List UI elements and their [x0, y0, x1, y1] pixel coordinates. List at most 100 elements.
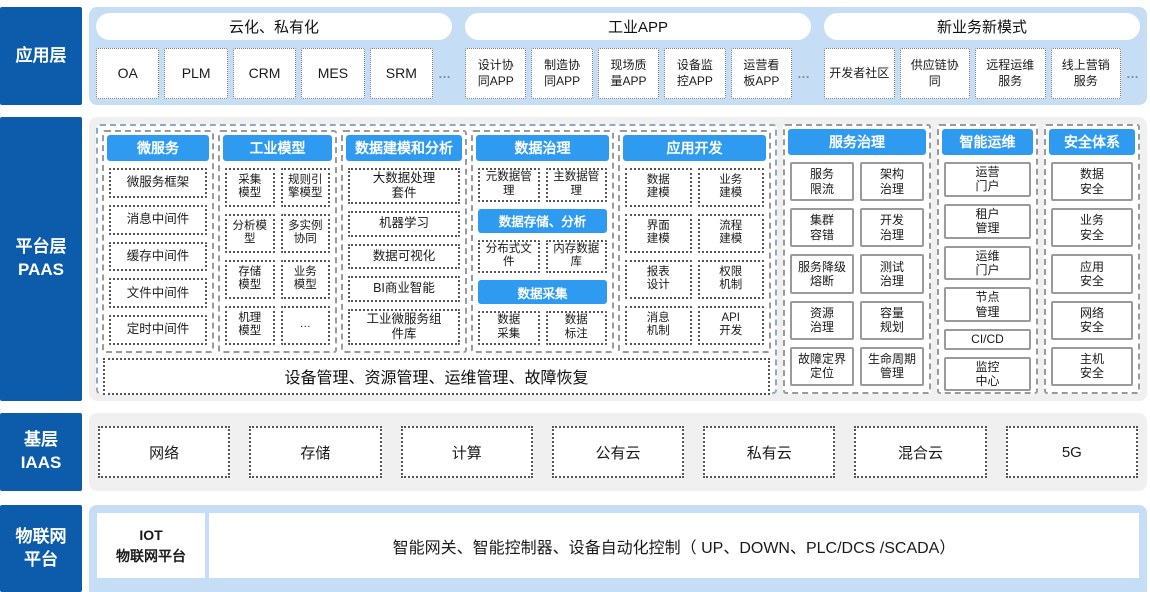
paas-column-app-development: 应用开发 数据 建模 业务 建模 界面 建模 流程 建模 报表 设计 权限 机制… [618, 130, 771, 353]
metadata-pair: 元数据管 理 主数据管 理 [478, 168, 607, 202]
app-item-plm: PLM [164, 48, 227, 99]
paas-item-multi-instance: 多实例 协同 [281, 214, 331, 253]
paas-column-intelligent-ops: 智能运维 运营 门户 租户 管理 运维 门户 节点 管理 CI/CD 监控 中心 [937, 124, 1038, 394]
app-item-design-collab: 设计协 同APP [465, 48, 526, 99]
iot-layer-row: 物联网 平台 IOT 物联网平台 智能网关、智能控制器、设备自动化控制（ UP、… [0, 505, 1150, 592]
paas-item-cicd: CI/CD [944, 329, 1031, 349]
paas-column-security: 安全体系 数据 安全 业务 安全 应用 安全 网络 安全 主机 安全 [1044, 124, 1140, 394]
column-items: 服务 限流 架构 治理 集群 容错 开发 治理 服务降级 熔断 测试 治理 资源… [788, 160, 926, 389]
paas-item-file-middleware: 文件中间件 [109, 278, 207, 308]
subheader-data-storage-analysis: 数据存储、分析 [478, 209, 607, 233]
paas-item-test-governance: 测试 治理 [860, 254, 924, 293]
paas-item-resource-governance: 资源 治理 [790, 301, 854, 340]
paas-item-bigdata-suite: 大数据处理 套件 [348, 168, 460, 204]
paas-item-bi: BI商业智能 [348, 276, 460, 302]
paas-item-machine-learning: 机器学习 [348, 211, 460, 237]
app-item-supply-chain: 供应链协 同 [900, 48, 971, 99]
paas-item-business-modeling: 业务 建模 [698, 168, 765, 207]
paas-item-process-modeling: 流程 建模 [698, 214, 765, 253]
app-group-industrial-app-items: 设计协 同APP 制造协 同APP 现场质 量APP 设备监 控APP 运营看 … [465, 48, 811, 99]
application-layer-row: 应用层 云化、私有化 OA PLM CRM MES SRM … 工业APP 设计… [0, 7, 1150, 105]
paas-item-microservice-framework: 微服务框架 [109, 168, 207, 198]
paas-item-timer-middleware: 定时中间件 [109, 315, 207, 345]
paas-item-lifecycle-mgmt: 生命周期 管理 [860, 347, 924, 386]
app-group-industrial-app-title: 工业APP [465, 13, 811, 40]
paas-item-tenant-mgmt: 租户 管理 [944, 204, 1031, 239]
column-items: 元数据管 理 主数据管 理 数据存储、分析 分布式文 件 内存数据 库 数据采集… [476, 166, 609, 348]
column-title: 数据治理 [476, 135, 609, 161]
paas-item-ui-modeling: 界面 建模 [625, 214, 692, 253]
paas-item-monitor-center: 监控 中心 [944, 357, 1031, 392]
paas-item-masterdata-mgmt: 主数据管 理 [546, 168, 608, 202]
paas-item-arch-governance: 架构 治理 [860, 162, 924, 201]
app-item-crm: CRM [233, 48, 296, 99]
paas-item-cluster-fault-tolerance: 集群 容错 [790, 208, 854, 247]
paas-item-message-mechanism: 消息 机制 [625, 306, 692, 345]
paas-item-host-security: 主机 安全 [1051, 347, 1133, 386]
app-item-device-monitor: 设备监 控APP [664, 48, 725, 99]
more-ellipsis: … [438, 66, 452, 81]
paas-item-network-security: 网络 安全 [1051, 301, 1133, 340]
more-ellipsis: … [797, 66, 811, 81]
iaas-item-5g: 5G [1006, 426, 1138, 478]
iot-layer-label: 物联网 平台 [0, 505, 82, 592]
column-title: 数据建模和分析 [346, 135, 462, 161]
paas-item-collect-model: 采集 模型 [225, 168, 275, 207]
paas-item-rate-limit: 服务 限流 [790, 162, 854, 201]
paas-item-distributed-file: 分布式文 件 [478, 240, 540, 274]
paas-column-service-governance: 服务治理 服务 限流 架构 治理 集群 容错 开发 治理 服务降级 熔断 测试 … [783, 124, 931, 394]
more-ellipsis: … [1126, 66, 1140, 81]
paas-item-rule-engine-model: 规则引 擎模型 [281, 168, 331, 207]
iaas-layer-panel: 网络 存储 计算 公有云 私有云 混合云 5G [89, 413, 1147, 491]
app-group-new-business: 新业务新模式 开发者社区 供应链协 同 远程运维 服务 线上营销 服务 … [824, 13, 1140, 99]
subheader-data-collection: 数据采集 [478, 280, 607, 304]
app-item-online-marketing: 线上营销 服务 [1051, 48, 1122, 99]
paas-item-business-security: 业务 安全 [1051, 208, 1133, 247]
iaas-layer-row: 基层 IAAS 网络 存储 计算 公有云 私有云 混合云 5G [0, 413, 1150, 491]
paas-layer-label: 平台层 PAAS [0, 117, 82, 401]
column-items: 数据 建模 业务 建模 界面 建模 流程 建模 报表 设计 权限 机制 消息 机… [623, 166, 766, 348]
iaas-item-network: 网络 [98, 426, 230, 478]
column-title: 智能运维 [942, 129, 1033, 155]
paas-item-data-modeling: 数据 建模 [625, 168, 692, 207]
paas-column-data-governance: 数据治理 元数据管 理 主数据管 理 数据存储、分析 分布式文 件 内存数据 库 [471, 130, 614, 353]
app-item-oa: OA [96, 48, 159, 99]
paas-item-node-mgmt: 节点 管理 [944, 287, 1031, 322]
collection-pair: 数据 采集 数据 标注 [478, 311, 607, 345]
column-title: 服务治理 [788, 129, 926, 155]
column-items: 微服务框架 消息中间件 缓存中间件 文件中间件 定时中间件 [107, 166, 209, 348]
paas-item-capacity-planning: 容量 规划 [860, 301, 924, 340]
paas-item-industrial-component-lib: 工业微服务组 件库 [348, 309, 460, 345]
iaas-item-compute: 计算 [401, 426, 533, 478]
paas-item-inmemory-db: 内存数据 库 [546, 240, 608, 274]
paas-item-storage-model: 存储 模型 [225, 260, 275, 299]
paas-item-operation-portal: 运营 门户 [944, 162, 1031, 197]
paas-column-industrial-models: 工业模型 采集 模型 规则引 擎模型 分析模 型 多实例 协同 存储 模型 业务… [218, 130, 337, 353]
app-group-cloud-private-items: OA PLM CRM MES SRM … [96, 48, 452, 99]
paas-item-degrade-circuit-break: 服务降级 熔断 [790, 254, 854, 293]
app-item-developer-community: 开发者社区 [824, 48, 895, 99]
paas-item-more: … [281, 306, 331, 345]
architecture-diagram: 应用层 云化、私有化 OA PLM CRM MES SRM … 工业APP 设计… [0, 0, 1150, 592]
paas-item-message-middleware: 消息中间件 [109, 205, 207, 235]
paas-item-data-security: 数据 安全 [1051, 162, 1133, 201]
app-group-cloud-private-title: 云化、私有化 [96, 13, 452, 40]
app-group-industrial-app: 工业APP 设计协 同APP 制造协 同APP 现场质 量APP 设备监 控AP… [465, 13, 811, 99]
paas-item-analysis-model: 分析模 型 [225, 214, 275, 253]
iot-layer-panel: IOT 物联网平台 智能网关、智能控制器、设备自动化控制（ UP、DOWN、PL… [89, 505, 1147, 592]
app-item-mes: MES [301, 48, 364, 99]
iaas-item-hybrid-cloud: 混合云 [854, 426, 986, 478]
paas-item-dev-governance: 开发 治理 [860, 208, 924, 247]
iaas-item-public-cloud: 公有云 [552, 426, 684, 478]
paas-item-data-visualization: 数据可视化 [348, 244, 460, 270]
app-item-ops-dashboard: 运营看 板APP [731, 48, 792, 99]
paas-column-microservices: 微服务 微服务框架 消息中间件 缓存中间件 文件中间件 定时中间件 [102, 130, 214, 353]
column-items: 大数据处理 套件 机器学习 数据可视化 BI商业智能 工业微服务组 件库 [346, 166, 462, 348]
app-item-srm: SRM [370, 48, 433, 99]
column-title: 工业模型 [223, 135, 332, 161]
paas-layer-panel: 微服务 微服务框架 消息中间件 缓存中间件 文件中间件 定时中间件 工业模型 采… [89, 117, 1147, 401]
paas-item-mechanism-model: 机理 模型 [225, 306, 275, 345]
application-layer-panel: 云化、私有化 OA PLM CRM MES SRM … 工业APP 设计协 同A… [89, 7, 1147, 105]
app-item-remote-ops: 远程运维 服务 [975, 48, 1046, 99]
paas-item-metadata-mgmt: 元数据管 理 [478, 168, 540, 202]
